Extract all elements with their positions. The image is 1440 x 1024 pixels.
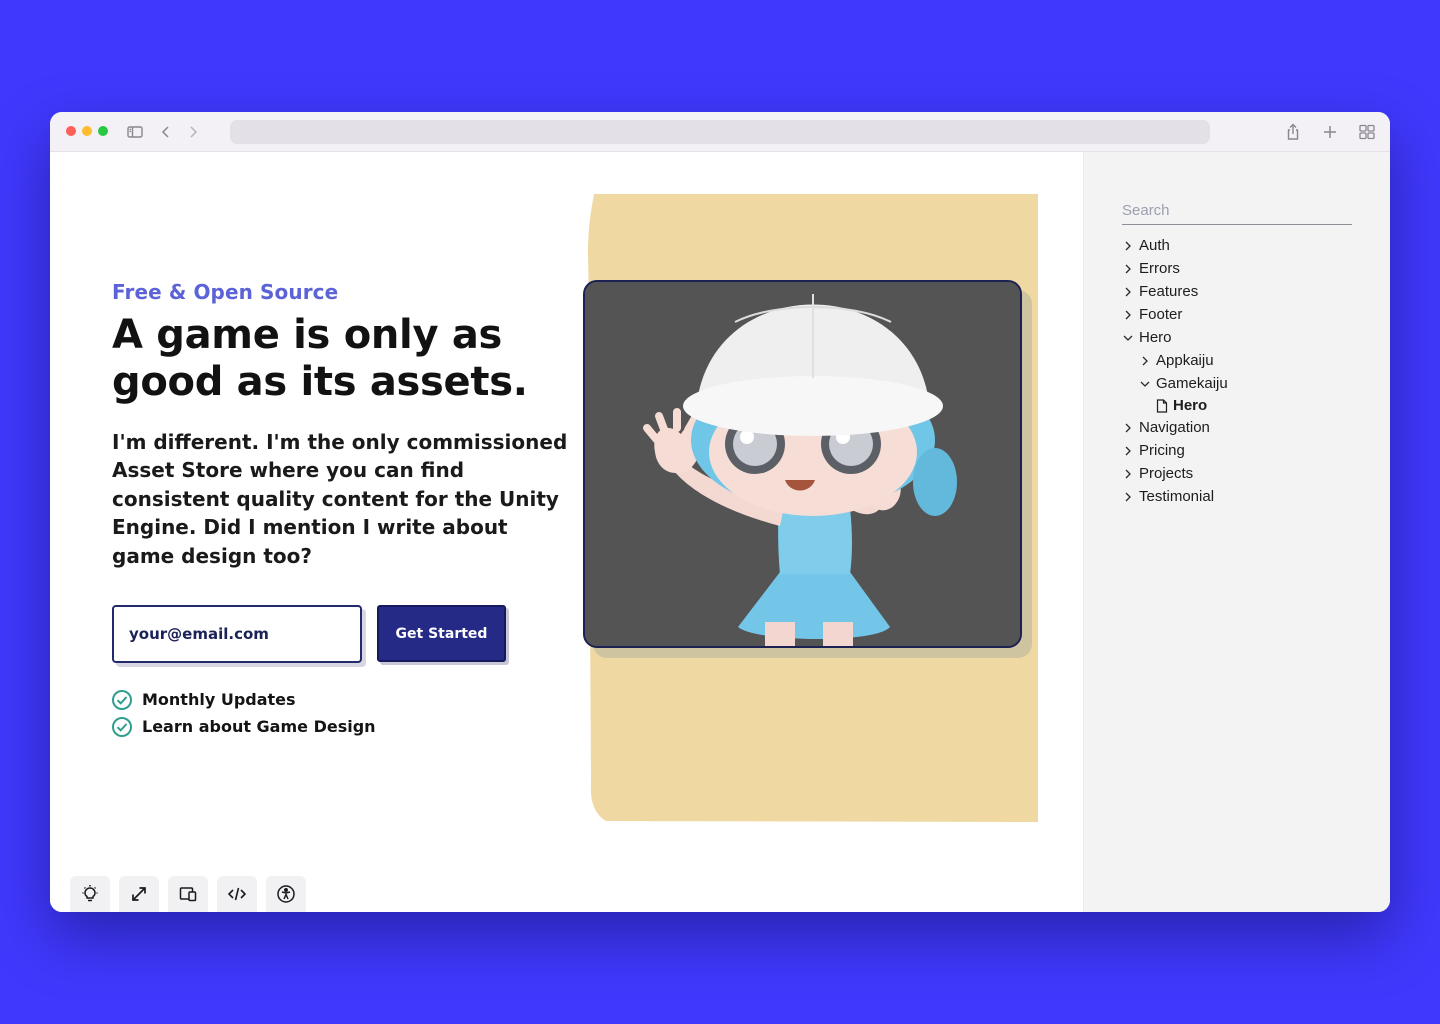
back-icon[interactable] bbox=[156, 122, 176, 142]
tree-item-label: Projects bbox=[1139, 465, 1194, 482]
checklist-item: Learn about Game Design bbox=[111, 713, 376, 740]
tree-item-label: Testimonial bbox=[1139, 488, 1215, 505]
chevron-right-icon bbox=[1125, 264, 1131, 273]
code-icon bbox=[227, 887, 247, 901]
checklist-label: Learn about Game Design bbox=[142, 717, 376, 736]
chevron-right-icon bbox=[1125, 287, 1131, 296]
component-tree: Auth Errors Features Footer Hero Appkaij… bbox=[1122, 234, 1228, 508]
accessibility-icon bbox=[277, 885, 295, 903]
checklist-label: Monthly Updates bbox=[142, 690, 296, 709]
chevron-down-icon bbox=[1123, 335, 1133, 341]
address-bar[interactable] bbox=[230, 120, 1210, 144]
tree-item-footer[interactable]: Footer bbox=[1122, 303, 1228, 326]
fullscreen-button[interactable] bbox=[119, 876, 159, 912]
tree-item-gamekaiju[interactable]: Gamekaiju bbox=[1122, 372, 1228, 395]
tree-item-label: Appkaiju bbox=[1156, 352, 1214, 369]
benefit-checklist: Monthly Updates Learn about Game Design bbox=[111, 686, 376, 740]
chevron-right-icon bbox=[1125, 241, 1131, 250]
tree-item-label: Pricing bbox=[1139, 442, 1185, 459]
tree-item-testimonial[interactable]: Testimonial bbox=[1122, 485, 1228, 508]
tree-item-navigation[interactable]: Navigation bbox=[1122, 416, 1228, 439]
tree-item-appkaiju[interactable]: Appkaiju bbox=[1122, 349, 1228, 372]
hero-eyebrow: Free & Open Source bbox=[112, 280, 339, 304]
zoom-window-button[interactable] bbox=[98, 126, 108, 136]
tree-item-label: Gamekaiju bbox=[1156, 375, 1228, 392]
chevron-right-icon bbox=[1125, 423, 1131, 432]
toggle-theme-button[interactable] bbox=[70, 876, 110, 912]
share-icon[interactable] bbox=[1283, 122, 1303, 142]
lightbulb-icon bbox=[82, 885, 98, 902]
tree-item-label: Navigation bbox=[1139, 419, 1210, 436]
tree-item-pricing[interactable]: Pricing bbox=[1122, 439, 1228, 462]
minimize-window-button[interactable] bbox=[82, 126, 92, 136]
tree-item-label: Features bbox=[1139, 283, 1199, 300]
close-window-button[interactable] bbox=[66, 126, 76, 136]
browser-window: Free & Open Source A game is only as goo… bbox=[50, 112, 1390, 912]
responsive-view-button[interactable] bbox=[168, 876, 208, 912]
tree-item-label: Errors bbox=[1139, 260, 1180, 277]
chevron-right-icon bbox=[1142, 356, 1148, 365]
tree-item-features[interactable]: Features bbox=[1122, 280, 1228, 303]
email-input[interactable] bbox=[112, 605, 362, 663]
search-input[interactable] bbox=[1122, 196, 1352, 225]
checklist-item: Monthly Updates bbox=[111, 686, 376, 713]
new-tab-icon[interactable] bbox=[1320, 122, 1340, 142]
character-illustration bbox=[583, 280, 1022, 648]
tree-item-label: Footer bbox=[1139, 306, 1183, 323]
preview-toolbar bbox=[70, 876, 306, 912]
forward-icon[interactable] bbox=[183, 122, 203, 142]
sidebar-toggle-icon[interactable] bbox=[125, 122, 145, 142]
accessibility-button[interactable] bbox=[266, 876, 306, 912]
chevron-down-icon bbox=[1140, 381, 1150, 387]
check-circle-icon bbox=[112, 716, 132, 737]
hero-headline: A game is only as good as its assets. bbox=[112, 312, 528, 405]
component-preview: Free & Open Source A game is only as goo… bbox=[50, 152, 1083, 912]
tree-item-projects[interactable]: Projects bbox=[1122, 462, 1228, 485]
chevron-right-icon bbox=[1125, 469, 1131, 478]
browser-titlebar bbox=[50, 112, 1390, 152]
document-icon bbox=[1156, 398, 1168, 413]
tree-item-hero[interactable]: Hero bbox=[1122, 326, 1228, 349]
expand-icon bbox=[132, 887, 146, 901]
component-sidebar: Auth Errors Features Footer Hero Appkaij… bbox=[1083, 152, 1390, 912]
tree-item-label: Hero bbox=[1139, 329, 1172, 346]
responsive-icon bbox=[179, 887, 197, 902]
chevron-right-icon bbox=[1125, 310, 1131, 319]
tree-item-label: Hero bbox=[1173, 397, 1208, 414]
tree-item-hero-story[interactable]: Hero bbox=[1122, 395, 1228, 416]
hero-lead: I'm different. I'm the only commissioned… bbox=[112, 430, 568, 568]
chevron-right-icon bbox=[1125, 492, 1131, 501]
tree-item-label: Auth bbox=[1139, 237, 1170, 254]
view-code-button[interactable] bbox=[217, 876, 257, 912]
get-started-button[interactable]: Get Started bbox=[377, 605, 506, 662]
tree-item-auth[interactable]: Auth bbox=[1122, 234, 1228, 257]
check-circle-icon bbox=[112, 689, 132, 710]
tree-item-errors[interactable]: Errors bbox=[1122, 257, 1228, 280]
chevron-right-icon bbox=[1125, 446, 1131, 455]
tab-overview-icon[interactable] bbox=[1357, 122, 1377, 142]
